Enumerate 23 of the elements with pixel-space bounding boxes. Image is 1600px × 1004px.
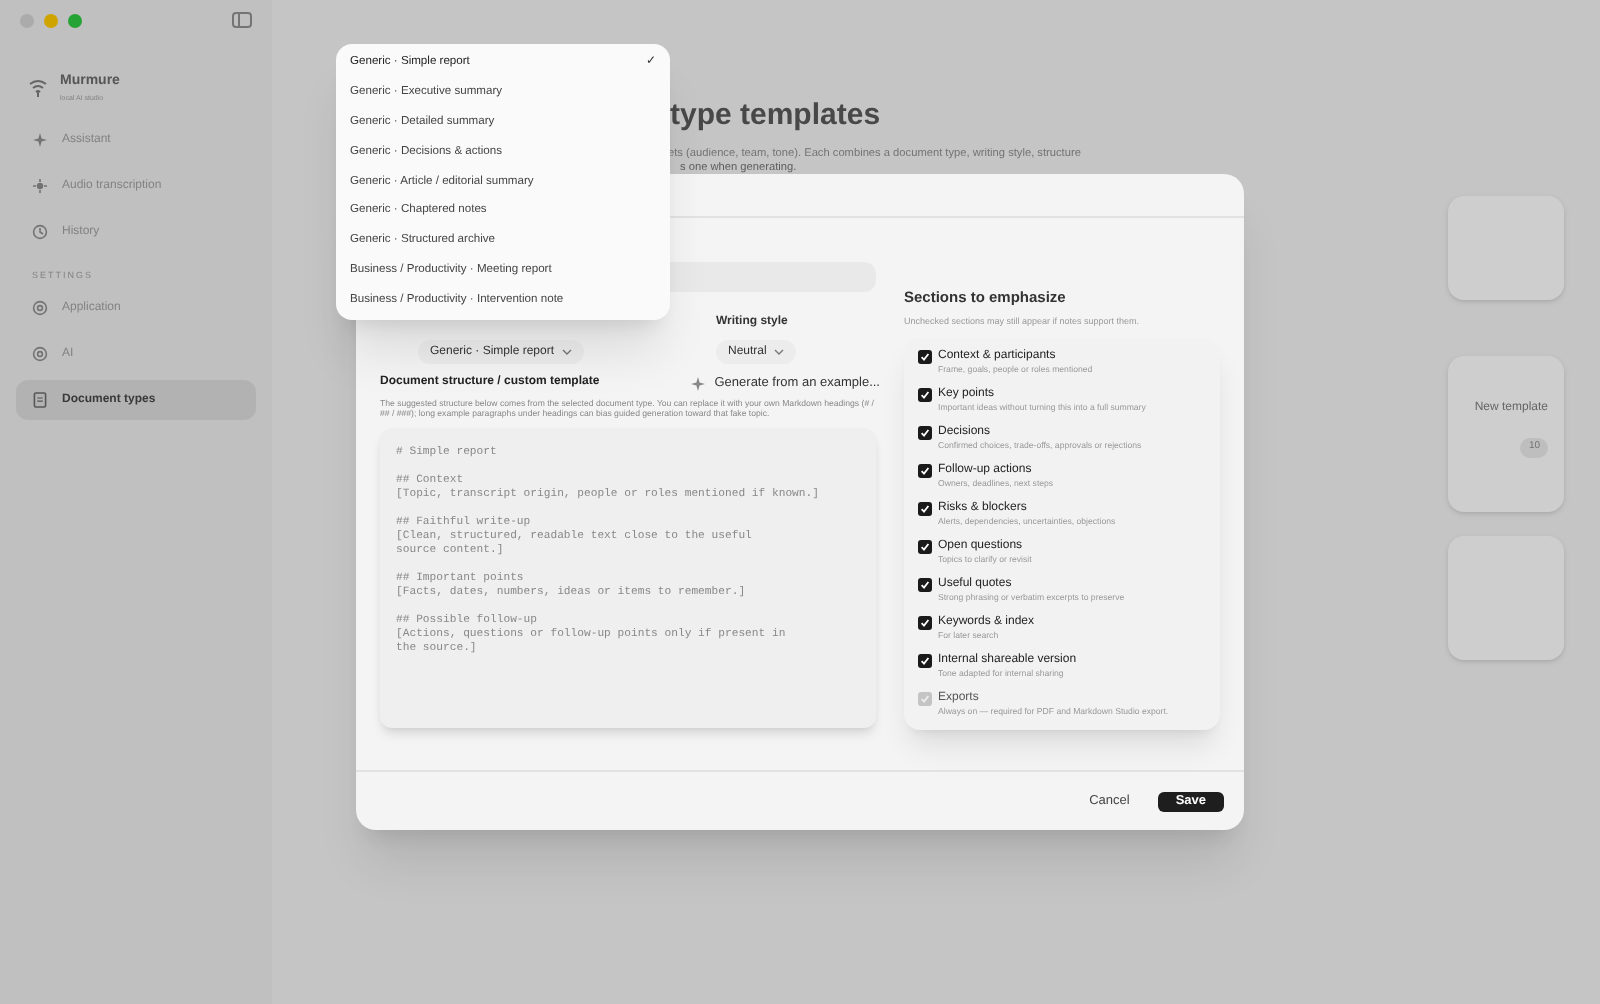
chevron-down-icon <box>774 348 785 356</box>
card-background <box>1448 536 1564 660</box>
page-title: type templates <box>670 98 881 132</box>
checkbox[interactable] <box>918 578 932 592</box>
card-background <box>1448 196 1564 300</box>
sun-icon <box>32 177 48 194</box>
checkbox[interactable] <box>918 540 932 554</box>
checkbox[interactable] <box>918 654 932 668</box>
sparkle-icon <box>690 375 707 392</box>
sparkle-icon <box>32 131 48 148</box>
checkbox[interactable] <box>918 426 932 440</box>
gear-icon <box>32 345 48 361</box>
checkbox[interactable] <box>918 616 932 630</box>
wifi-logo-icon <box>28 77 48 98</box>
chevron-down-icon <box>562 348 573 356</box>
document-icon <box>32 391 48 407</box>
clock-icon <box>32 223 48 240</box>
gear-icon <box>32 299 48 315</box>
checkbox[interactable] <box>918 350 932 364</box>
checkbox[interactable] <box>918 502 932 516</box>
checkbox[interactable] <box>918 388 932 402</box>
sidebar-toggle-icon[interactable] <box>232 12 252 28</box>
checkbox[interactable] <box>918 464 932 478</box>
